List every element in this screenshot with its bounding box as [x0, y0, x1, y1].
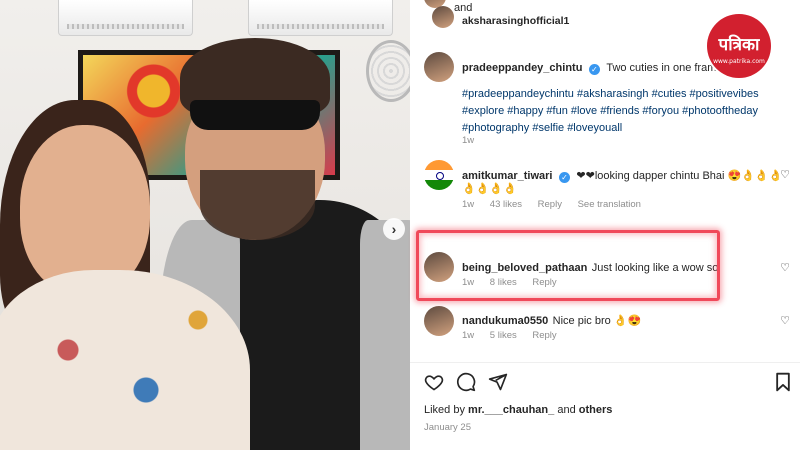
reply-button[interactable]: Reply [532, 330, 556, 341]
comment-username[interactable]: nandukuma0550 [462, 315, 548, 327]
caption-line: pradeeppandey_chintu ✓ Two cuties in one… [462, 58, 723, 76]
reply-button[interactable]: Reply [538, 199, 562, 210]
caption-author-avatar[interactable] [424, 52, 454, 82]
caption-username[interactable]: pradeeppandey_chintu [462, 62, 582, 74]
liked-by-and: and [557, 404, 576, 416]
carousel-next-button[interactable]: › [383, 218, 405, 240]
caption-hashtags[interactable]: #pradeeppandeychintu #aksharasingh #cuti… [462, 86, 767, 137]
divider [410, 362, 800, 363]
man-beard [200, 170, 315, 240]
comment-likes[interactable]: 5 likes [490, 330, 517, 341]
comment-bubble-icon[interactable] [456, 372, 476, 392]
sunglasses [190, 100, 320, 130]
chevron-right-icon: › [391, 221, 397, 237]
comment-meta: 1w 43 likes Reply See translation [462, 199, 654, 210]
see-translation-button[interactable]: See translation [578, 199, 641, 210]
air-conditioner [248, 0, 393, 36]
patrika-logo: पत्रिका www.patrika.com [707, 14, 771, 78]
caption-text: Two cuties in one frame [606, 62, 723, 74]
comment-username[interactable]: amitkumar_tiwari [462, 170, 552, 182]
share-send-icon[interactable] [488, 372, 508, 392]
collaborator-username[interactable]: aksharasinghofficial1 [462, 15, 569, 27]
liked-by-others-link[interactable]: others [579, 404, 613, 416]
heart-icon[interactable]: ♡ [780, 168, 790, 181]
post-photo[interactable]: › [0, 0, 410, 450]
logo-url: www.patrika.com [713, 58, 765, 65]
logo-text: पत्रिका [718, 35, 760, 55]
comment-text: ❤❤looking dapper chintu Bhai 😍👌👌👌 [576, 170, 783, 182]
comment-time: 1w [462, 199, 475, 210]
post-actions [424, 372, 794, 396]
caption-time: 1w [462, 135, 475, 146]
post-date: January 25 [424, 422, 472, 433]
comment-line: nandukuma0550 Nice pic bro 👌😍 [462, 311, 641, 329]
commenter-avatar-flag[interactable] [424, 160, 454, 190]
comment-time: 1w [462, 330, 475, 341]
comment-text: Nice pic bro 👌😍 [552, 315, 642, 327]
bookmark-icon[interactable] [774, 372, 792, 392]
verified-badge-icon: ✓ [588, 64, 600, 75]
comment-meta: 1w 5 likes Reply [462, 330, 570, 341]
collaborator-avatar[interactable] [432, 6, 454, 28]
liked-by-username[interactable]: mr.___chauhan_ [468, 404, 554, 416]
highlight-box [416, 230, 720, 301]
wall-fan [366, 40, 410, 102]
heart-icon[interactable]: ♡ [780, 261, 790, 274]
comment-text-continued: 👌👌👌👌 [462, 183, 517, 195]
heart-icon[interactable]: ♡ [780, 314, 790, 327]
commenter-avatar[interactable] [424, 306, 454, 336]
air-conditioner [58, 0, 193, 36]
verified-badge-icon: ✓ [558, 172, 570, 183]
liked-by-prefix: Liked by [424, 404, 465, 416]
header-and-text: and [454, 2, 473, 14]
comment-likes[interactable]: 43 likes [490, 199, 522, 210]
like-heart-icon[interactable] [424, 372, 444, 392]
liked-by-line: Liked by mr.___chauhan_ and others [424, 404, 612, 416]
